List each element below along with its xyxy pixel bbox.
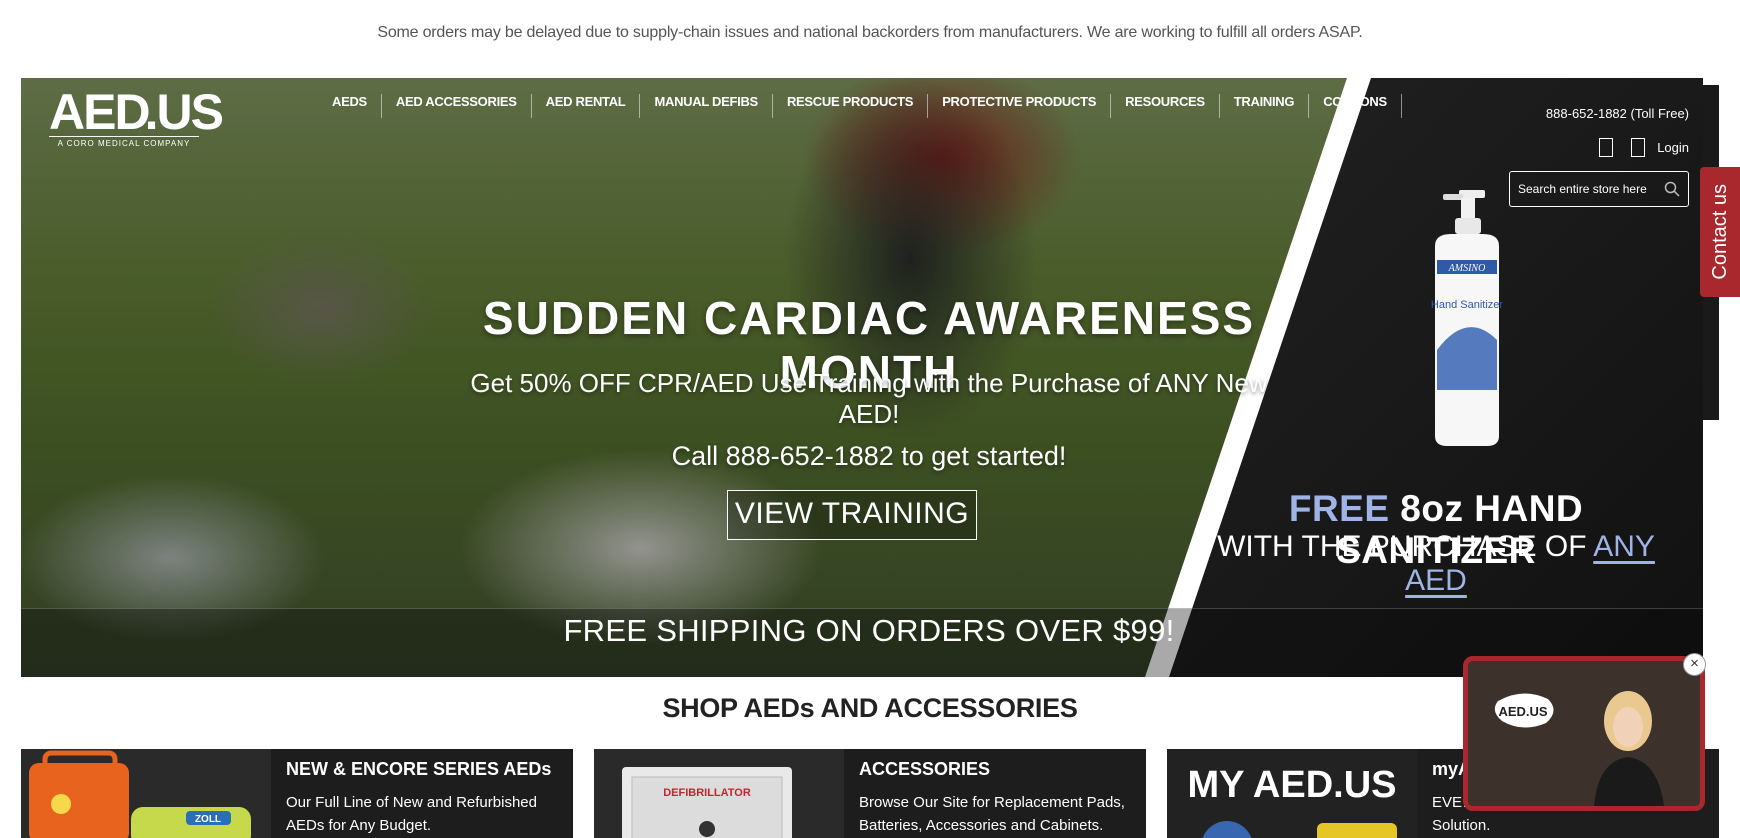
card-desc: Browse Our Site for Replacement Pads, Ba…: [859, 794, 1125, 834]
card-desc: Our Full Line of New and Refurbished AED…: [286, 794, 537, 834]
hand-sanitizer-bottle: AMSINO Hand Sanitizer: [1431, 190, 1503, 446]
nav-aed-accessories[interactable]: AED ACCESSORIES: [382, 94, 532, 118]
contact-us-tab[interactable]: Contact us: [1700, 167, 1740, 297]
nav-training[interactable]: TRAINING: [1220, 94, 1310, 118]
hero-banner: AED .US A CORO MEDICAL COMPANY AEDS AED …: [21, 78, 1703, 677]
card-accessories[interactable]: DEFIBRILLATOR ACCESSORIES Browse Our Sit…: [594, 749, 1146, 838]
sanitizer-promo-line2: WITH THE PURCHASE OF ANY AED: [1201, 530, 1671, 598]
aed-cabinet-image: DEFIBRILLATOR: [594, 749, 844, 838]
site-logo[interactable]: AED .US A CORO MEDICAL COMPANY: [49, 84, 224, 148]
nav-manual-defibs[interactable]: MANUAL DEFIBS: [640, 94, 773, 118]
search-icon[interactable]: [1664, 181, 1680, 197]
nav-rescue-products[interactable]: RESCUE PRODUCTS: [773, 94, 929, 118]
video-popup[interactable]: AED.US: [1463, 656, 1705, 811]
account-icons: Login: [1599, 138, 1689, 157]
cart-icon[interactable]: [1599, 138, 1614, 157]
bottle-label: Hand Sanitizer: [1431, 299, 1503, 311]
myaed-label: MY AED.US: [1187, 764, 1396, 806]
nav-aeds[interactable]: AEDS: [318, 94, 382, 118]
search-placeholder: Search entire store here: [1518, 182, 1647, 196]
delay-notice: Some orders may be delayed due to supply…: [377, 24, 1363, 41]
bottle-brand: AMSINO: [1448, 263, 1486, 274]
zoll-label: ZOLL: [195, 814, 221, 825]
logo-text-left: AED: [49, 84, 151, 140]
card-title: ACCESSORIES: [859, 759, 991, 779]
nav-resources[interactable]: RESOURCES: [1111, 94, 1220, 118]
view-training-button[interactable]: VIEW TRAINING: [727, 490, 977, 540]
promo-condition: WITH THE PURCHASE OF: [1217, 530, 1594, 563]
search-input[interactable]: Search entire store here: [1509, 171, 1689, 207]
nav-protective-products[interactable]: PROTECTIVE PRODUCTS: [928, 94, 1112, 118]
logo-text-right: .US: [144, 84, 224, 140]
main-nav: AEDS AED ACCESSORIES AED RENTAL MANUAL D…: [318, 94, 1402, 118]
free-shipping-text: FREE SHIPPING ON ORDERS OVER $99!: [563, 613, 1175, 648]
close-video-button[interactable]: ×: [1683, 653, 1706, 676]
login-label: Login: [1657, 140, 1689, 155]
card-new-aeds[interactable]: ZOLL NEW & ENCORE SERIES AEDs Our Full L…: [21, 749, 573, 838]
promo-free: FREE: [1288, 488, 1390, 529]
hero-subhead: Get 50% OFF CPR/AED Use Training with th…: [470, 368, 1268, 429]
user-icon: [1631, 138, 1646, 157]
login-link[interactable]: Login: [1631, 138, 1689, 157]
hero-callout: Call 888-652-1882 to get started!: [671, 441, 1067, 471]
myaed-logo-image: MY AED.US: [1167, 749, 1417, 838]
phone-number[interactable]: 888-652-1882 (Toll Free): [1546, 106, 1689, 121]
card-title: NEW & ENCORE SERIES AEDs: [286, 759, 552, 779]
aed-devices-image: ZOLL: [21, 749, 271, 838]
video-thumbnail: AED.US: [1468, 661, 1700, 806]
nav-aed-rental[interactable]: AED RENTAL: [532, 94, 641, 118]
defibrillator-label: DEFIBRILLATOR: [663, 787, 751, 799]
contact-us-label: Contact us: [1708, 184, 1731, 280]
category-cards: ZOLL NEW & ENCORE SERIES AEDs Our Full L…: [21, 749, 1719, 838]
nav-coupons[interactable]: COUPONS: [1309, 94, 1402, 118]
video-logo: AED.US: [1498, 704, 1547, 719]
